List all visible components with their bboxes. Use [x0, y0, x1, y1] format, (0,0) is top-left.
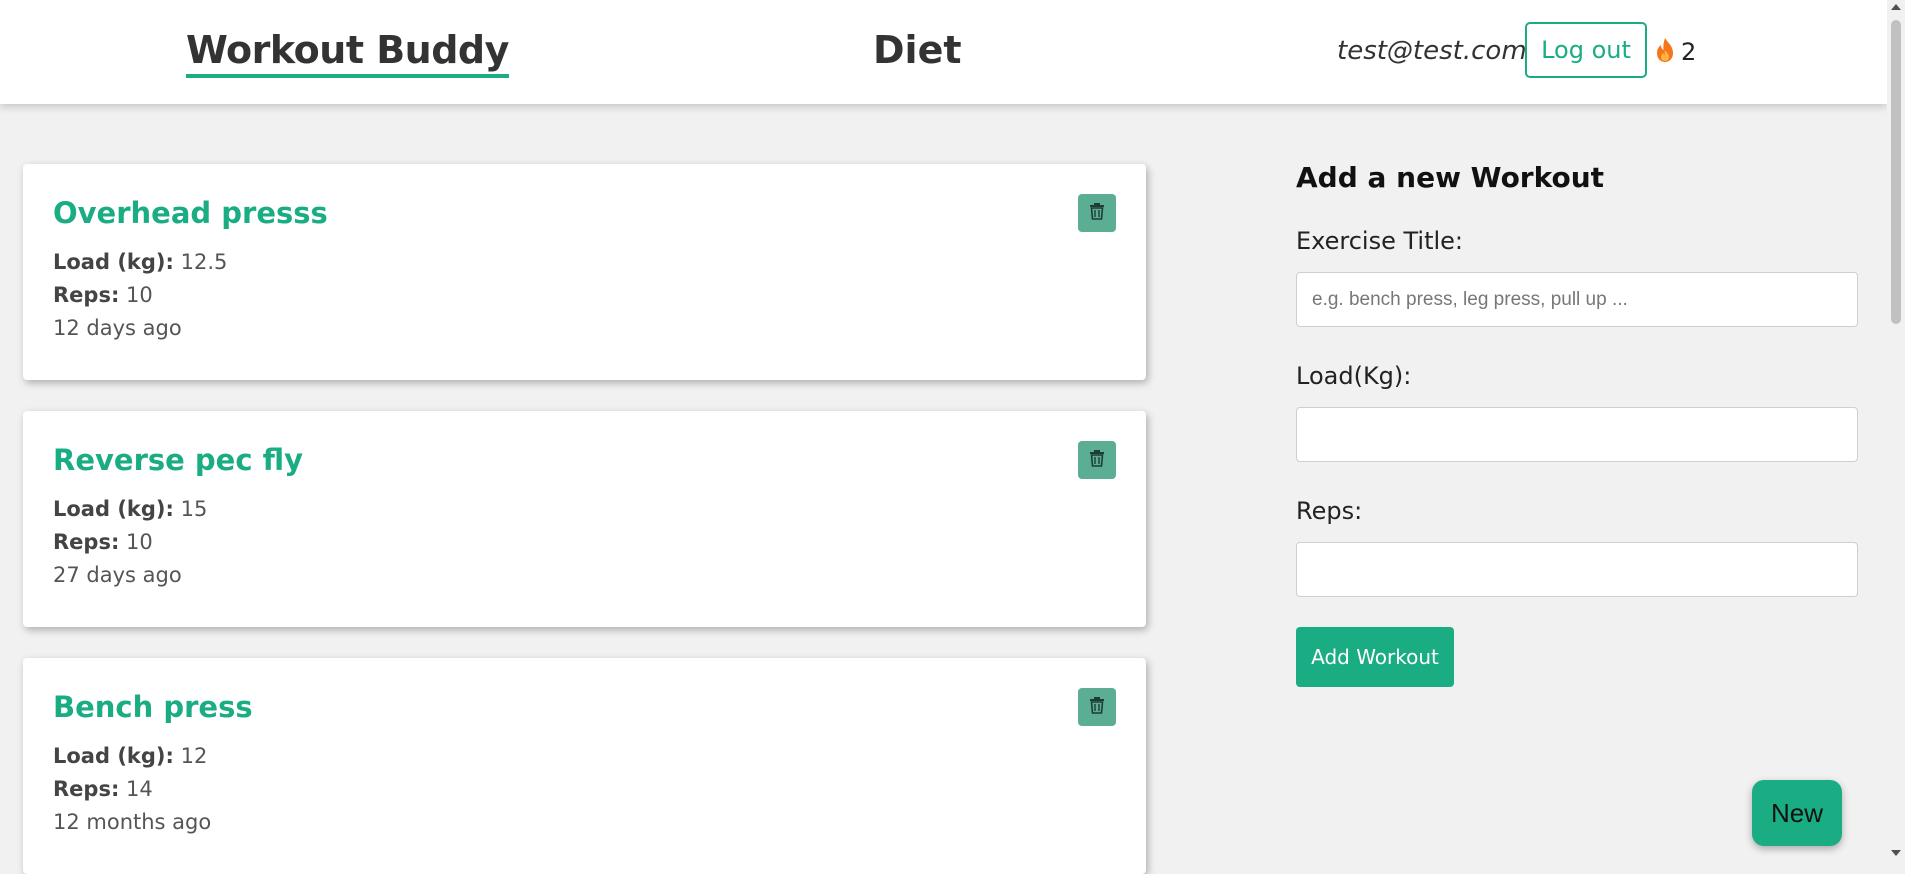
brand-link[interactable]: Workout Buddy [186, 26, 509, 78]
scrollbar-thumb[interactable] [1891, 20, 1901, 324]
streak-indicator: 2 [1655, 37, 1696, 67]
trash-icon [1089, 449, 1105, 471]
streak-count: 2 [1681, 38, 1697, 66]
reps-label: Reps: [1296, 497, 1363, 525]
workout-load: Load (kg): 12.5 [53, 246, 1116, 279]
trash-icon [1089, 202, 1105, 224]
workout-reps: Reps: 10 [53, 526, 1116, 559]
workout-card: Bench press Load (kg): 12 Reps: 14 12 mo… [23, 658, 1146, 874]
workout-reps: Reps: 10 [53, 279, 1116, 312]
navbar: Workout Buddy Diet test@test.com Log out… [0, 0, 1887, 104]
workout-age: 27 days ago [53, 563, 182, 587]
flame-icon [1655, 37, 1675, 67]
reps-value: 10 [126, 530, 153, 554]
form-heading: Add a new Workout [1296, 161, 1605, 194]
load-label: Load (kg): [53, 497, 174, 521]
reps-value: 10 [126, 283, 153, 307]
logout-button[interactable]: Log out [1525, 22, 1647, 78]
workout-age: 12 months ago [53, 810, 212, 834]
workout-title: Reverse pec fly [53, 443, 304, 477]
create-workout-form: Add a new Workout Exercise Title: Load(K… [1296, 160, 1858, 687]
workout-load: Load (kg): 12 [53, 740, 1116, 773]
reps-label: Reps: [53, 530, 120, 554]
exercise-title-input[interactable] [1296, 272, 1858, 327]
workout-load: Load (kg): 15 [53, 493, 1116, 526]
workout-age: 12 days ago [53, 316, 182, 340]
workout-title: Overhead presss [53, 196, 328, 230]
scroll-up-arrow-icon[interactable] [1891, 4, 1901, 10]
load-label: Load(Kg): [1296, 362, 1412, 390]
load-value: 15 [180, 497, 208, 521]
load-value: 12 [180, 744, 208, 768]
add-workout-button[interactable]: Add Workout [1296, 627, 1454, 687]
scrollbar[interactable] [1887, 0, 1905, 862]
reps-label: Reps: [53, 283, 120, 307]
load-label: Load (kg): [53, 250, 174, 274]
trash-icon [1089, 696, 1105, 718]
load-input[interactable] [1296, 407, 1858, 462]
scroll-down-arrow-icon[interactable] [1891, 850, 1901, 856]
load-value: 12.5 [180, 250, 228, 274]
workout-title: Bench press [53, 690, 253, 724]
delete-button[interactable] [1078, 194, 1116, 232]
load-label: Load (kg): [53, 744, 174, 768]
workout-reps: Reps: 14 [53, 773, 1116, 806]
reps-input[interactable] [1296, 542, 1858, 597]
workout-card: Overhead presss Load (kg): 12.5 Reps: 10… [23, 164, 1146, 380]
delete-button[interactable] [1078, 441, 1116, 479]
workout-card: Reverse pec fly Load (kg): 15 Reps: 10 2… [23, 411, 1146, 627]
nav-link-diet[interactable]: Diet [873, 26, 962, 74]
new-button[interactable]: New [1752, 780, 1842, 846]
reps-label: Reps: [53, 777, 120, 801]
user-email: test@test.com [1337, 36, 1527, 66]
exercise-title-label: Exercise Title: [1296, 227, 1464, 255]
reps-value: 14 [126, 777, 153, 801]
delete-button[interactable] [1078, 688, 1116, 726]
